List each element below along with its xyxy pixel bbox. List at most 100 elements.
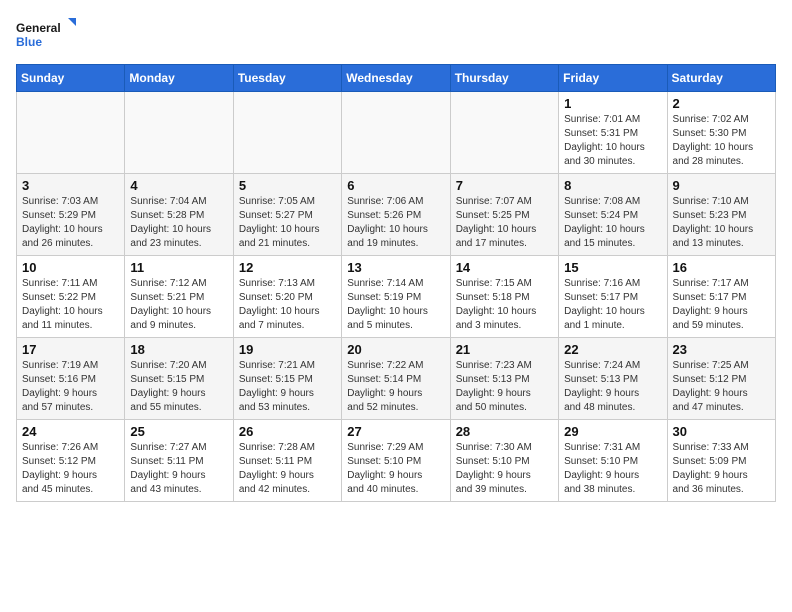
day-number: 28 bbox=[456, 424, 553, 439]
calendar-cell bbox=[233, 92, 341, 174]
logo: General Blue bbox=[16, 16, 76, 56]
page-header: General Blue bbox=[16, 16, 776, 56]
day-number: 16 bbox=[673, 260, 770, 275]
day-number: 10 bbox=[22, 260, 119, 275]
calendar-week-row: 10 Sunrise: 7:11 AM Sunset: 5:22 PM Dayli… bbox=[17, 256, 776, 338]
calendar-cell: 27 Sunrise: 7:29 AM Sunset: 5:10 PM Dayli… bbox=[342, 420, 450, 502]
calendar-day-header: Tuesday bbox=[233, 65, 341, 92]
day-number: 27 bbox=[347, 424, 444, 439]
calendar-cell: 21 Sunrise: 7:23 AM Sunset: 5:13 PM Dayli… bbox=[450, 338, 558, 420]
day-number: 17 bbox=[22, 342, 119, 357]
svg-text:General: General bbox=[16, 21, 61, 35]
calendar-cell: 9 Sunrise: 7:10 AM Sunset: 5:23 PM Daylig… bbox=[667, 174, 775, 256]
day-info: Sunrise: 7:19 AM Sunset: 5:16 PM Dayligh… bbox=[22, 359, 119, 415]
calendar-cell: 24 Sunrise: 7:26 AM Sunset: 5:12 PM Dayli… bbox=[17, 420, 125, 502]
calendar-cell: 22Sunrise: 7:24 AM Sunset: 5:13 PM Dayli… bbox=[559, 338, 667, 420]
calendar-cell: 23 Sunrise: 7:25 AM Sunset: 5:12 PM Dayli… bbox=[667, 338, 775, 420]
calendar-week-row: 24 Sunrise: 7:26 AM Sunset: 5:12 PM Dayli… bbox=[17, 420, 776, 502]
day-number: 21 bbox=[456, 342, 553, 357]
day-info: Sunrise: 7:01 AM Sunset: 5:31 PM Dayligh… bbox=[564, 113, 661, 169]
calendar-cell: 2 Sunrise: 7:02 AM Sunset: 5:30 PM Daylig… bbox=[667, 92, 775, 174]
day-info: Sunrise: 7:04 AM Sunset: 5:28 PM Dayligh… bbox=[130, 195, 227, 251]
day-number: 22 bbox=[564, 342, 661, 357]
calendar-cell: 29 Sunrise: 7:31 AM Sunset: 5:10 PM Dayli… bbox=[559, 420, 667, 502]
day-info: Sunrise: 7:25 AM Sunset: 5:12 PM Dayligh… bbox=[673, 359, 770, 415]
day-info: Sunrise: 7:14 AM Sunset: 5:19 PM Dayligh… bbox=[347, 277, 444, 333]
day-info: Sunrise: 7:21 AM Sunset: 5:15 PM Dayligh… bbox=[239, 359, 336, 415]
day-info: Sunrise: 7:10 AM Sunset: 5:23 PM Dayligh… bbox=[673, 195, 770, 251]
day-info: Sunrise: 7:26 AM Sunset: 5:12 PM Dayligh… bbox=[22, 441, 119, 497]
day-info: Sunrise: 7:16 AM Sunset: 5:17 PM Dayligh… bbox=[564, 277, 661, 333]
calendar-week-row: 1 Sunrise: 7:01 AM Sunset: 5:31 PM Daylig… bbox=[17, 92, 776, 174]
calendar-week-row: 17 Sunrise: 7:19 AM Sunset: 5:16 PM Dayli… bbox=[17, 338, 776, 420]
day-number: 25 bbox=[130, 424, 227, 439]
calendar-cell: 3 Sunrise: 7:03 AM Sunset: 5:29 PM Daylig… bbox=[17, 174, 125, 256]
calendar-cell: 14 Sunrise: 7:15 AM Sunset: 5:18 PM Dayli… bbox=[450, 256, 558, 338]
day-info: Sunrise: 7:23 AM Sunset: 5:13 PM Dayligh… bbox=[456, 359, 553, 415]
calendar-cell: 12Sunrise: 7:13 AM Sunset: 5:20 PM Dayli… bbox=[233, 256, 341, 338]
day-number: 4 bbox=[130, 178, 227, 193]
calendar-cell: 10 Sunrise: 7:11 AM Sunset: 5:22 PM Dayli… bbox=[17, 256, 125, 338]
calendar-cell: 30 Sunrise: 7:33 AM Sunset: 5:09 PM Dayli… bbox=[667, 420, 775, 502]
day-info: Sunrise: 7:22 AM Sunset: 5:14 PM Dayligh… bbox=[347, 359, 444, 415]
calendar-cell: 28 Sunrise: 7:30 AM Sunset: 5:10 PM Dayli… bbox=[450, 420, 558, 502]
day-number: 24 bbox=[22, 424, 119, 439]
day-info: Sunrise: 7:05 AM Sunset: 5:27 PM Dayligh… bbox=[239, 195, 336, 251]
day-number: 7 bbox=[456, 178, 553, 193]
calendar-day-header: Monday bbox=[125, 65, 233, 92]
day-info: Sunrise: 7:31 AM Sunset: 5:10 PM Dayligh… bbox=[564, 441, 661, 497]
calendar-day-header: Thursday bbox=[450, 65, 558, 92]
calendar-cell: 18 Sunrise: 7:20 AM Sunset: 5:15 PM Dayli… bbox=[125, 338, 233, 420]
day-info: Sunrise: 7:03 AM Sunset: 5:29 PM Dayligh… bbox=[22, 195, 119, 251]
calendar-cell bbox=[342, 92, 450, 174]
calendar-cell: 17 Sunrise: 7:19 AM Sunset: 5:16 PM Dayli… bbox=[17, 338, 125, 420]
day-number: 9 bbox=[673, 178, 770, 193]
day-info: Sunrise: 7:20 AM Sunset: 5:15 PM Dayligh… bbox=[130, 359, 227, 415]
day-info: Sunrise: 7:29 AM Sunset: 5:10 PM Dayligh… bbox=[347, 441, 444, 497]
calendar-cell: 7 Sunrise: 7:07 AM Sunset: 5:25 PM Daylig… bbox=[450, 174, 558, 256]
day-number: 26 bbox=[239, 424, 336, 439]
day-info: Sunrise: 7:07 AM Sunset: 5:25 PM Dayligh… bbox=[456, 195, 553, 251]
day-number: 23 bbox=[673, 342, 770, 357]
day-number: 1 bbox=[564, 96, 661, 111]
day-number: 8 bbox=[564, 178, 661, 193]
day-info: Sunrise: 7:30 AM Sunset: 5:10 PM Dayligh… bbox=[456, 441, 553, 497]
day-number: 12 bbox=[239, 260, 336, 275]
day-number: 11 bbox=[130, 260, 227, 275]
calendar-cell: 20Sunrise: 7:22 AM Sunset: 5:14 PM Dayli… bbox=[342, 338, 450, 420]
calendar-day-header: Friday bbox=[559, 65, 667, 92]
calendar-cell: 25Sunrise: 7:27 AM Sunset: 5:11 PM Dayli… bbox=[125, 420, 233, 502]
day-number: 19 bbox=[239, 342, 336, 357]
day-info: Sunrise: 7:06 AM Sunset: 5:26 PM Dayligh… bbox=[347, 195, 444, 251]
day-number: 2 bbox=[673, 96, 770, 111]
day-number: 18 bbox=[130, 342, 227, 357]
calendar-cell bbox=[125, 92, 233, 174]
day-info: Sunrise: 7:33 AM Sunset: 5:09 PM Dayligh… bbox=[673, 441, 770, 497]
day-info: Sunrise: 7:17 AM Sunset: 5:17 PM Dayligh… bbox=[673, 277, 770, 333]
day-number: 14 bbox=[456, 260, 553, 275]
day-info: Sunrise: 7:11 AM Sunset: 5:22 PM Dayligh… bbox=[22, 277, 119, 333]
calendar-header-row: SundayMondayTuesdayWednesdayThursdayFrid… bbox=[17, 65, 776, 92]
calendar-day-header: Wednesday bbox=[342, 65, 450, 92]
calendar-cell: 16 Sunrise: 7:17 AM Sunset: 5:17 PM Dayli… bbox=[667, 256, 775, 338]
day-number: 29 bbox=[564, 424, 661, 439]
calendar-day-header: Sunday bbox=[17, 65, 125, 92]
day-info: Sunrise: 7:02 AM Sunset: 5:30 PM Dayligh… bbox=[673, 113, 770, 169]
calendar-cell: 15 Sunrise: 7:16 AM Sunset: 5:17 PM Dayli… bbox=[559, 256, 667, 338]
calendar-cell: 11 Sunrise: 7:12 AM Sunset: 5:21 PM Dayli… bbox=[125, 256, 233, 338]
calendar-cell bbox=[450, 92, 558, 174]
calendar-cell: 13Sunrise: 7:14 AM Sunset: 5:19 PM Dayli… bbox=[342, 256, 450, 338]
calendar-table: SundayMondayTuesdayWednesdayThursdayFrid… bbox=[16, 64, 776, 502]
calendar-cell: 8Sunrise: 7:08 AM Sunset: 5:24 PM Daylig… bbox=[559, 174, 667, 256]
day-info: Sunrise: 7:12 AM Sunset: 5:21 PM Dayligh… bbox=[130, 277, 227, 333]
day-info: Sunrise: 7:15 AM Sunset: 5:18 PM Dayligh… bbox=[456, 277, 553, 333]
logo-svg: General Blue bbox=[16, 16, 76, 56]
day-number: 15 bbox=[564, 260, 661, 275]
day-info: Sunrise: 7:28 AM Sunset: 5:11 PM Dayligh… bbox=[239, 441, 336, 497]
calendar-cell: 5Sunrise: 7:05 AM Sunset: 5:27 PM Daylig… bbox=[233, 174, 341, 256]
calendar-cell: 1 Sunrise: 7:01 AM Sunset: 5:31 PM Daylig… bbox=[559, 92, 667, 174]
calendar-day-header: Saturday bbox=[667, 65, 775, 92]
day-number: 30 bbox=[673, 424, 770, 439]
calendar-week-row: 3 Sunrise: 7:03 AM Sunset: 5:29 PM Daylig… bbox=[17, 174, 776, 256]
day-number: 3 bbox=[22, 178, 119, 193]
